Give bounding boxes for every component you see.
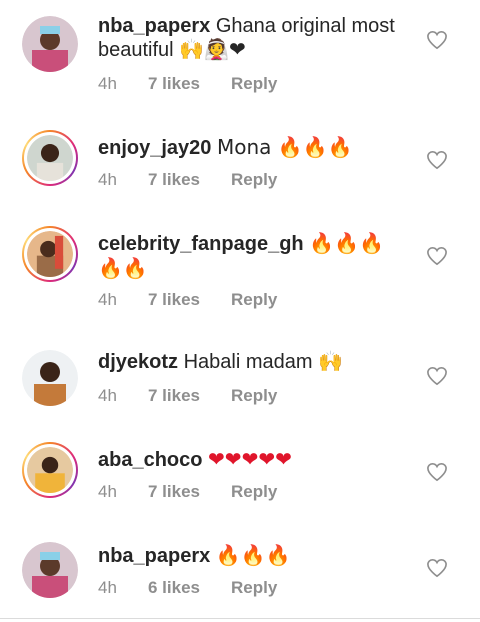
comment-time: 4h (98, 578, 117, 597)
comment-body: ❤❤❤❤❤ (208, 447, 292, 471)
heart-icon[interactable] (426, 462, 448, 482)
comment-username[interactable]: nba_paperx (98, 15, 210, 37)
comment-username[interactable]: djyekotz (98, 351, 178, 373)
avatar[interactable] (22, 226, 78, 282)
comment-body: 🔥🔥🔥 (215, 543, 291, 567)
comment-text-block: nba_paperx Ghana original most beautiful… (98, 14, 408, 62)
comment-time: 4h (98, 482, 117, 501)
comment-likes[interactable]: 7 likes (148, 290, 231, 310)
avatar[interactable] (22, 350, 78, 406)
comment-meta: 4h 7 likes Reply (98, 290, 277, 310)
avatar-image (22, 16, 78, 72)
comment-likes[interactable]: 6 likes (148, 578, 231, 598)
comment-text-block: djyekotz Habali madam 🙌 (98, 350, 408, 374)
heart-icon[interactable] (426, 366, 448, 386)
comment-time: 4h (98, 170, 117, 189)
heart-icon[interactable] (426, 558, 448, 578)
comment-meta: 4h 7 likes Reply (98, 74, 277, 94)
comment-body: Mona 🔥🔥🔥 (216, 135, 353, 159)
comment-meta: 4h 7 likes Reply (98, 482, 277, 502)
comment-likes[interactable]: 7 likes (148, 170, 231, 190)
reply-button[interactable]: Reply (231, 386, 277, 406)
comment-username[interactable]: enjoy_jay20 (98, 137, 211, 159)
comment-time: 4h (98, 386, 117, 405)
comment-username[interactable]: aba_choco (98, 449, 202, 471)
reply-button[interactable]: Reply (231, 170, 277, 190)
avatar-image (27, 447, 73, 493)
avatar[interactable] (22, 130, 78, 186)
comment-meta: 4h 6 likes Reply (98, 578, 277, 598)
avatar[interactable] (22, 16, 78, 72)
reply-button[interactable]: Reply (231, 290, 277, 310)
avatar-image (27, 135, 73, 181)
avatar-image (22, 542, 78, 598)
comment-likes[interactable]: 7 likes (148, 482, 231, 502)
reply-button[interactable]: Reply (231, 74, 277, 94)
reply-button[interactable]: Reply (231, 482, 277, 502)
comment-body: Habali madam 🙌 (183, 351, 343, 373)
comment-likes[interactable]: 7 likes (148, 386, 231, 406)
comment-likes[interactable]: 7 likes (148, 74, 231, 94)
comment-username[interactable]: celebrity_fanpage_gh (98, 233, 304, 255)
avatar[interactable] (22, 442, 78, 498)
avatar-image (22, 350, 78, 406)
comment-meta: 4h 7 likes Reply (98, 386, 277, 406)
heart-icon[interactable] (426, 246, 448, 266)
comment-time: 4h (98, 290, 117, 309)
comment-username[interactable]: nba_paperx (98, 545, 210, 567)
comment-meta: 4h 7 likes Reply (98, 170, 277, 190)
comment-time: 4h (98, 74, 117, 93)
comment-text-block: nba_paperx 🔥🔥🔥 (98, 543, 408, 568)
comment-text-block: enjoy_jay20 Mona 🔥🔥🔥 (98, 135, 408, 160)
divider (0, 618, 480, 619)
heart-icon[interactable] (426, 150, 448, 170)
comment-text-block: celebrity_fanpage_gh 🔥🔥🔥🔥🔥 (98, 231, 408, 281)
avatar[interactable] (22, 542, 78, 598)
heart-icon[interactable] (426, 30, 448, 50)
avatar-image (27, 231, 73, 277)
reply-button[interactable]: Reply (231, 578, 277, 598)
comment-text-block: aba_choco ❤❤❤❤❤ (98, 447, 408, 472)
